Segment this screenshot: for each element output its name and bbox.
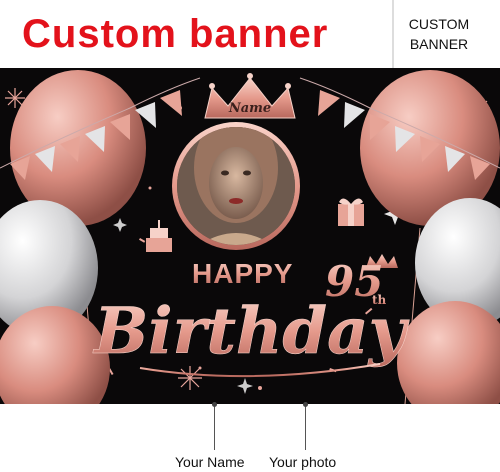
tag-line-2: BANNER — [409, 36, 469, 52]
crown-name-text: Name — [228, 101, 271, 116]
photo-leader-dot — [303, 402, 308, 407]
photo-leader-line — [305, 404, 306, 450]
name-leader-line — [214, 404, 215, 450]
birthday-script-text: Birthday — [92, 294, 409, 369]
tag-divider — [392, 0, 394, 70]
name-leader-dot — [212, 402, 217, 407]
happy-text: HAPPY — [192, 258, 293, 289]
photo-frame — [172, 122, 300, 250]
custom-banner-tag: CUSTOM BANNER — [396, 14, 482, 54]
tag-line-1: CUSTOM — [408, 16, 470, 32]
gift-box-icon — [338, 198, 364, 226]
page-title: Custom banner — [22, 12, 329, 56]
cake-icon — [146, 220, 172, 252]
your-photo-label: Your photo — [269, 454, 337, 470]
portrait-photo — [177, 127, 295, 245]
your-name-label: Your Name — [175, 454, 245, 470]
birthday-banner-image: Name HAPPY 95 th Birthday — [0, 68, 500, 404]
